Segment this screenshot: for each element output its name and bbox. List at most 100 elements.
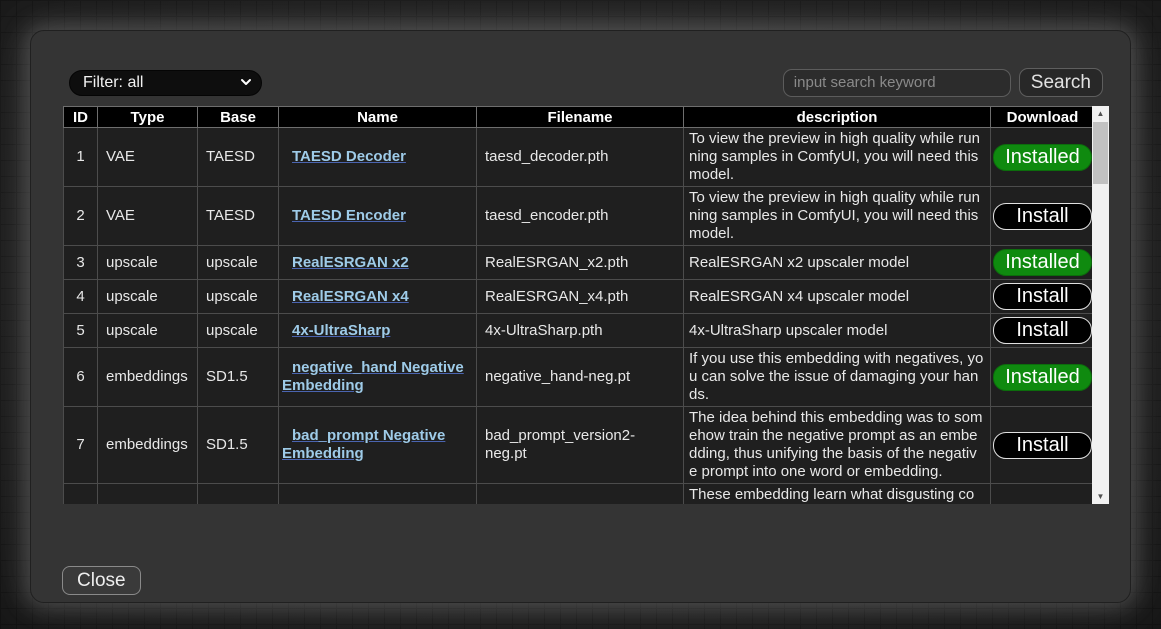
cell-filename: RealESRGAN_x4.pth <box>477 280 684 314</box>
cell-id: 7 <box>64 407 98 484</box>
cell-id: 1 <box>64 128 98 187</box>
cell-id <box>64 484 98 505</box>
model-manager-dialog: Filter: all Search ID Type Base Name <box>30 30 1131 603</box>
cell-description: To view the preview in high quality whil… <box>684 187 991 246</box>
cell-name: 4x-UltraSharp <box>279 314 477 348</box>
cell-name: negative_hand Negative Embedding <box>279 348 477 407</box>
filter-select[interactable]: Filter: all <box>69 70 262 96</box>
column-header-filename: Filename <box>477 107 684 128</box>
cell-id: 4 <box>64 280 98 314</box>
model-name-link[interactable]: 4x-UltraSharp <box>292 322 390 339</box>
cell-description: These embedding learn what disgusting co… <box>684 484 991 505</box>
column-header-type: Type <box>98 107 198 128</box>
model-table: ID Type Base Name Filename description D… <box>63 106 1092 504</box>
cell-filename: negative_hand-neg.pt <box>477 348 684 407</box>
download-button[interactable]: Installed <box>993 249 1092 276</box>
cell-type: embeddings <box>98 407 198 484</box>
download-button[interactable]: Install <box>993 203 1092 230</box>
cell-id: 6 <box>64 348 98 407</box>
cell-download: Installed <box>991 246 1093 280</box>
column-header-download: Download <box>991 107 1093 128</box>
close-button[interactable]: Close <box>62 566 141 595</box>
cell-download: Install <box>991 187 1093 246</box>
cell-base: TAESD <box>198 187 279 246</box>
cell-download: Install <box>991 280 1093 314</box>
cell-filename: taesd_encoder.pth <box>477 187 684 246</box>
cell-name: RealESRGAN x2 <box>279 246 477 280</box>
cell-base: upscale <box>198 246 279 280</box>
table-row: 5 upscale upscale 4x-UltraSharp 4x-Ultra… <box>64 314 1093 348</box>
model-name-link[interactable]: RealESRGAN x2 <box>292 254 409 271</box>
table-row: 6 embeddings SD1.5 negative_hand Negativ… <box>64 348 1093 407</box>
table-row: 3 upscale upscale RealESRGAN x2 RealESRG… <box>64 246 1093 280</box>
cell-base: SD1.5 <box>198 348 279 407</box>
cell-description: RealESRGAN x4 upscaler model <box>684 280 991 314</box>
cell-type: upscale <box>98 280 198 314</box>
cell-base: upscale <box>198 314 279 348</box>
cell-id: 5 <box>64 314 98 348</box>
cell-type: VAE <box>98 187 198 246</box>
cell-type: embeddings <box>98 348 198 407</box>
table-row: 1 VAE TAESD TAESD Decoder taesd_decoder.… <box>64 128 1093 187</box>
search-input[interactable] <box>783 69 1011 97</box>
toolbar: Filter: all Search <box>69 68 1103 97</box>
cell-download <box>991 484 1093 505</box>
cell-base: TAESD <box>198 128 279 187</box>
download-button[interactable]: Installed <box>993 144 1092 171</box>
cell-type: upscale <box>98 314 198 348</box>
cell-download: Install <box>991 407 1093 484</box>
cell-name: TAESD Decoder <box>279 128 477 187</box>
cell-filename: RealESRGAN_x2.pth <box>477 246 684 280</box>
model-name-link[interactable]: bad_prompt Negative Embedding <box>282 427 445 462</box>
cell-base: upscale <box>198 280 279 314</box>
cell-description: The idea behind this embedding was to so… <box>684 407 991 484</box>
cell-download: Installed <box>991 128 1093 187</box>
model-name-link[interactable]: negative_hand Negative Embedding <box>282 359 464 394</box>
cell-download: Install <box>991 314 1093 348</box>
footer: Close <box>62 566 1130 595</box>
cell-id: 3 <box>64 246 98 280</box>
cell-name: bad_prompt Negative Embedding <box>279 407 477 484</box>
table-row: 4 upscale upscale RealESRGAN x4 RealESRG… <box>64 280 1093 314</box>
search-button[interactable]: Search <box>1019 68 1103 97</box>
cell-type: VAE <box>98 128 198 187</box>
download-button[interactable]: Install <box>993 432 1092 459</box>
model-name-link[interactable]: TAESD Decoder <box>292 148 406 165</box>
cell-filename: taesd_decoder.pth <box>477 128 684 187</box>
column-header-description: description <box>684 107 991 128</box>
cell-base: SD1.5 <box>198 407 279 484</box>
cell-description: To view the preview in high quality whil… <box>684 128 991 187</box>
scrollbar-thumb[interactable] <box>1093 122 1108 184</box>
table-row-partial: These embedding learn what disgusting co… <box>64 484 1093 505</box>
cell-name <box>279 484 477 505</box>
column-header-base: Base <box>198 107 279 128</box>
cell-name: RealESRGAN x4 <box>279 280 477 314</box>
download-button[interactable]: Installed <box>993 364 1092 391</box>
cell-type <box>98 484 198 505</box>
scrollbar[interactable]: ▲ ▼ <box>1092 106 1109 504</box>
cell-description: 4x-UltraSharp upscaler model <box>684 314 991 348</box>
cell-id: 2 <box>64 187 98 246</box>
cell-name: TAESD Encoder <box>279 187 477 246</box>
filter-select-wrap: Filter: all <box>69 70 262 96</box>
scroll-down-button[interactable]: ▼ <box>1092 489 1109 504</box>
model-name-link[interactable]: TAESD Encoder <box>292 207 406 224</box>
cell-filename <box>477 484 684 505</box>
table-row: 2 VAE TAESD TAESD Encoder taesd_encoder.… <box>64 187 1093 246</box>
cell-download: Installed <box>991 348 1093 407</box>
column-header-name: Name <box>279 107 477 128</box>
table-clip: ID Type Base Name Filename description D… <box>63 106 1092 504</box>
model-name-link[interactable]: RealESRGAN x4 <box>292 288 409 305</box>
download-button[interactable]: Install <box>993 317 1092 344</box>
table-row: 7 embeddings SD1.5 bad_prompt Negative E… <box>64 407 1093 484</box>
cell-description: If you use this embedding with negatives… <box>684 348 991 407</box>
scroll-up-button[interactable]: ▲ <box>1092 106 1109 121</box>
model-table-container: ID Type Base Name Filename description D… <box>63 106 1109 504</box>
cell-type: upscale <box>98 246 198 280</box>
cell-base <box>198 484 279 505</box>
download-button[interactable]: Install <box>993 283 1092 310</box>
cell-description: RealESRGAN x2 upscaler model <box>684 246 991 280</box>
column-header-id: ID <box>64 107 98 128</box>
cell-filename: bad_prompt_version2-neg.pt <box>477 407 684 484</box>
header-row: ID Type Base Name Filename description D… <box>64 107 1093 128</box>
